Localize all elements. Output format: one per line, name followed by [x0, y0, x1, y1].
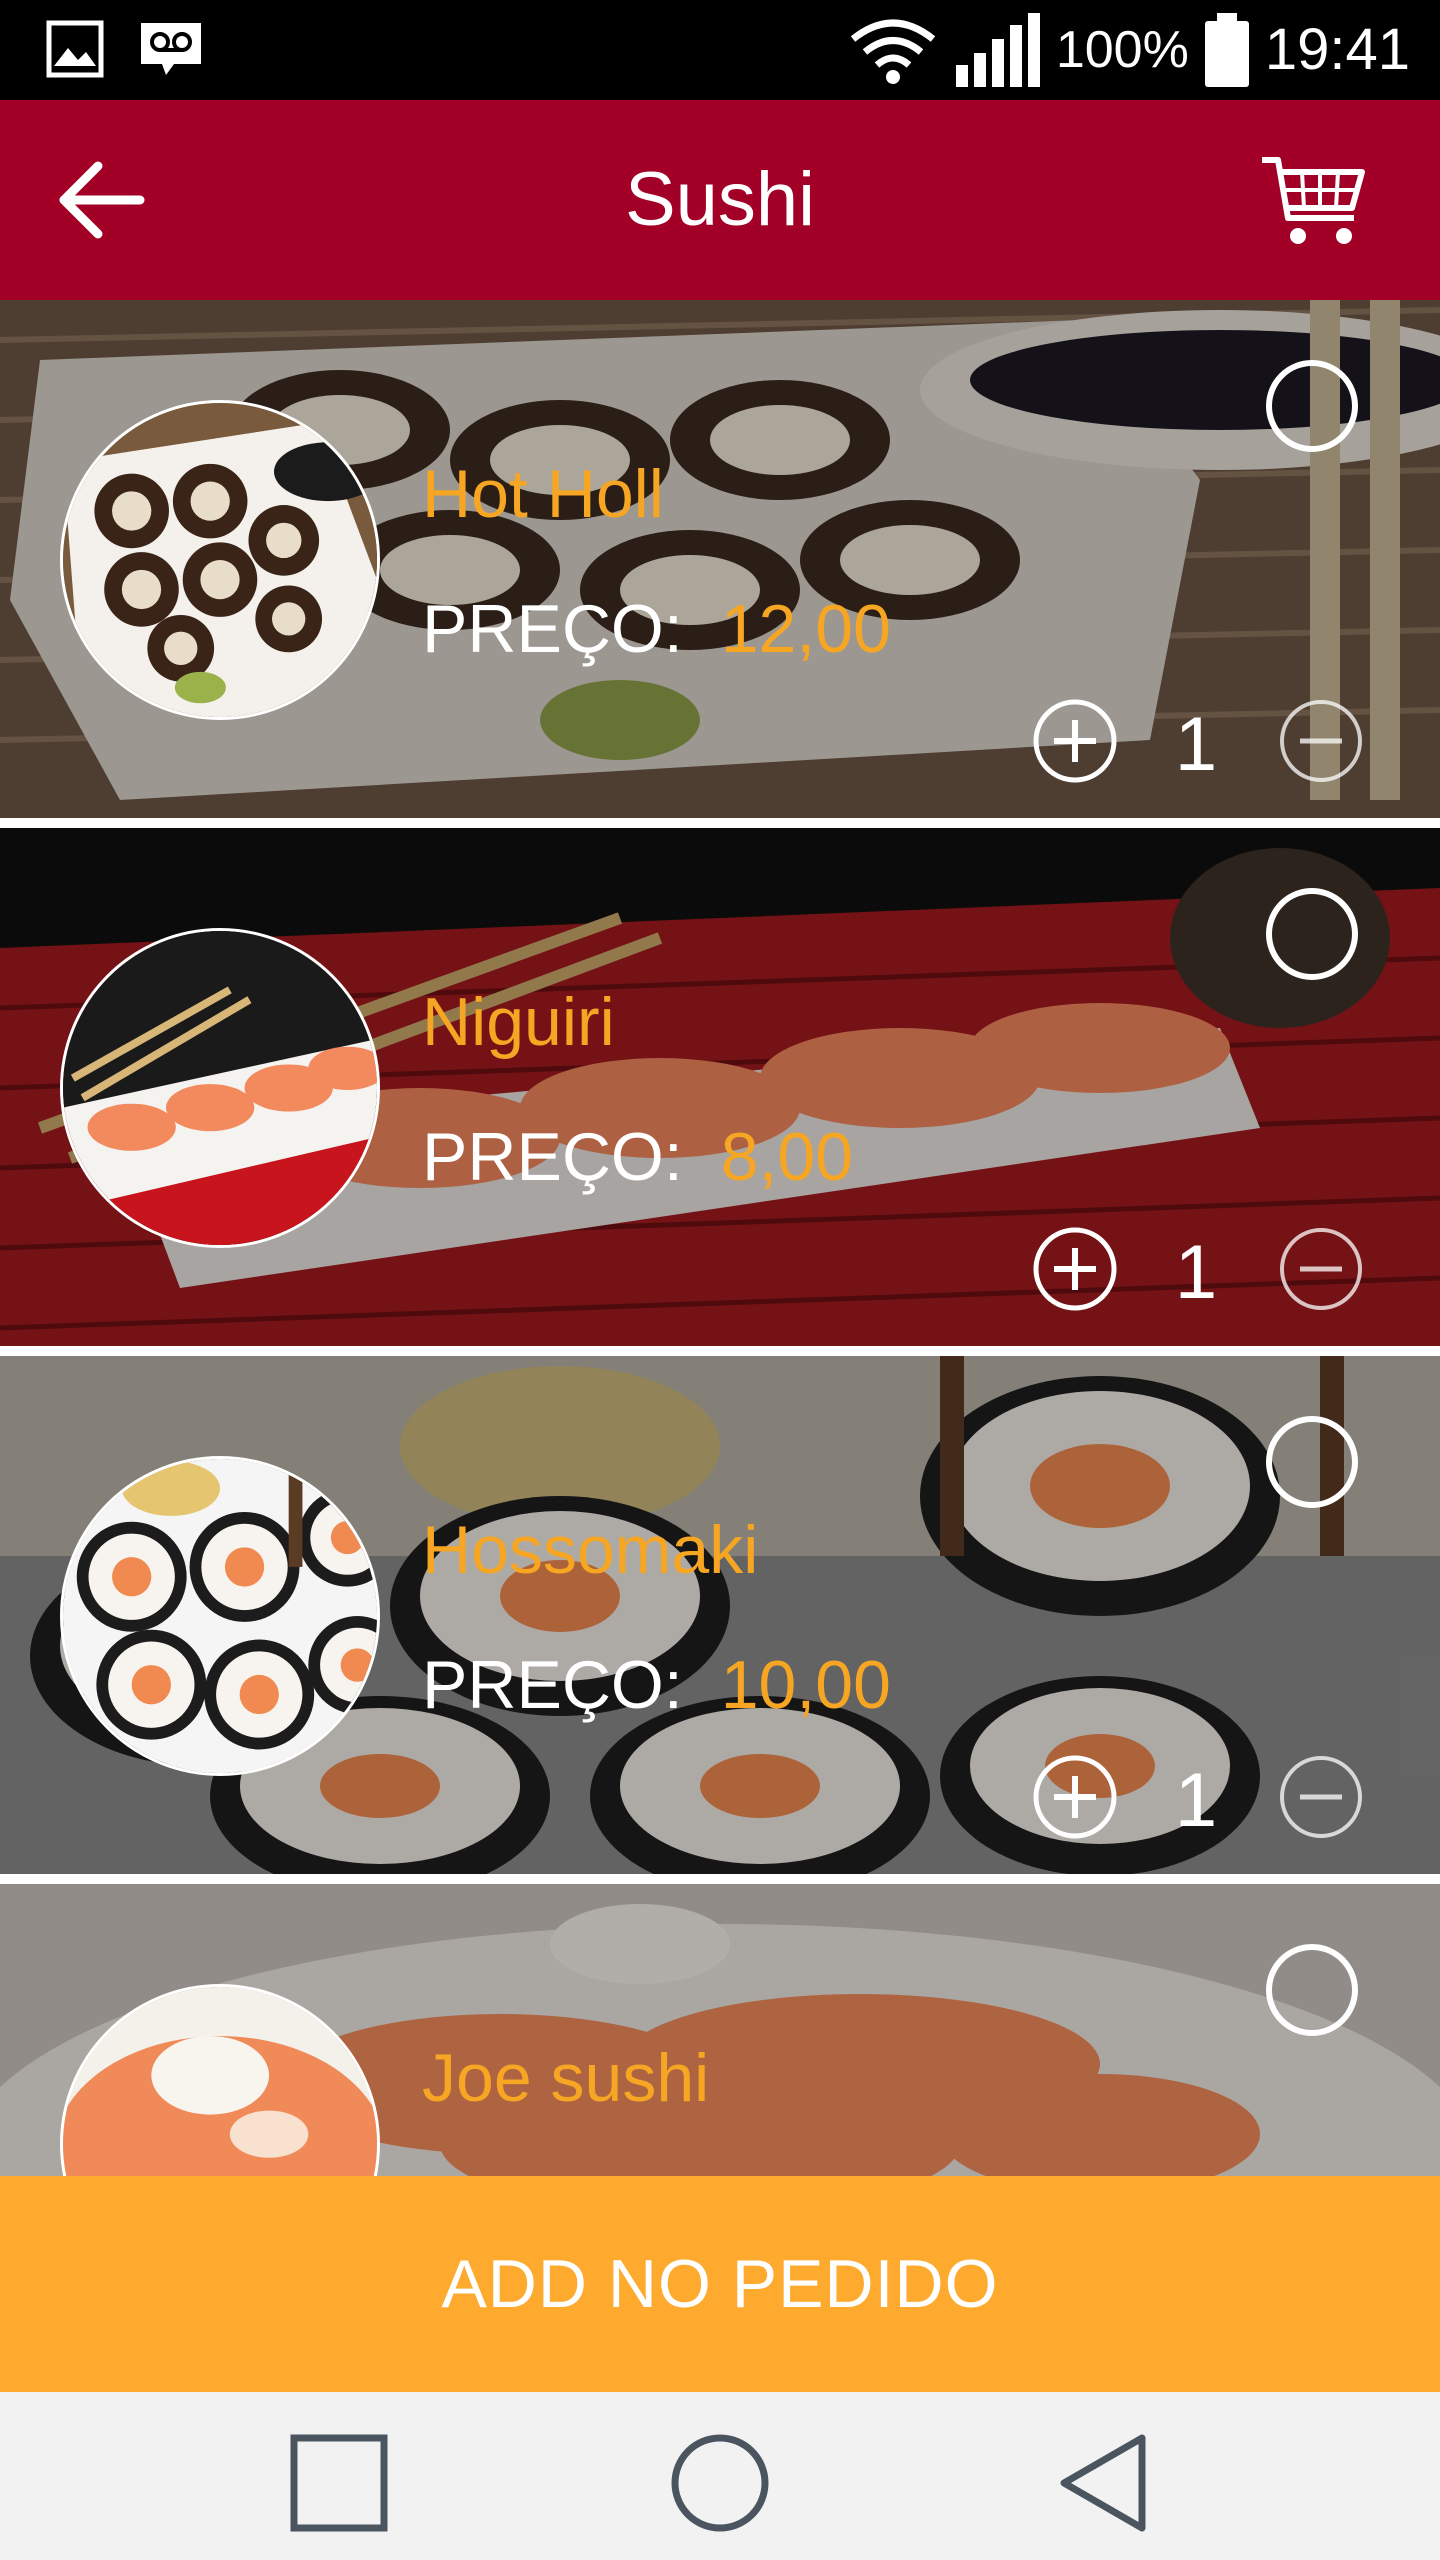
price-row: PREÇO: 10,00 [422, 1646, 891, 1724]
product-list[interactable]: Hot Holl PREÇO: 12,00 1 Niguiri PREÇO: 8… [0, 300, 1440, 2176]
back-triangle-icon[interactable] [1050, 2428, 1160, 2538]
list-item[interactable]: Hot Holl PREÇO: 12,00 1 [0, 300, 1440, 818]
select-radio[interactable] [1266, 1416, 1358, 1508]
price-label: PREÇO: [422, 1119, 683, 1195]
app-bar: Sushi [0, 100, 1440, 300]
list-item[interactable]: Hossomaki PREÇO: 10,00 1 [0, 1356, 1440, 1874]
minus-icon[interactable] [1278, 1226, 1364, 1312]
quantity-value: 1 [1174, 702, 1218, 787]
price-row: PREÇO: 12,00 [422, 590, 891, 668]
status-bar: 100% 19:41 [0, 0, 1440, 100]
minus-icon[interactable] [1278, 698, 1364, 784]
status-left-icons [46, 20, 204, 78]
price-value: 8,00 [720, 1119, 854, 1195]
item-thumbnail [60, 400, 380, 720]
item-thumbnail [60, 928, 380, 1248]
battery-percent: 100% [1055, 21, 1189, 79]
minus-icon[interactable] [1278, 1754, 1364, 1840]
price-value: 12,00 [720, 591, 891, 667]
list-item[interactable]: Joe sushi [0, 1884, 1440, 2176]
clock: 19:41 [1264, 17, 1410, 82]
voicemail-icon [141, 23, 201, 75]
price-value: 10,00 [720, 1647, 891, 1723]
status-right: 100% 19:41 [848, 12, 1410, 88]
plus-icon[interactable] [1032, 1754, 1118, 1840]
price-label: PREÇO: [422, 1647, 683, 1723]
plus-icon[interactable] [1032, 698, 1118, 784]
recents-icon[interactable] [284, 2428, 394, 2538]
add-to-order-button[interactable]: ADD NO PEDIDO [0, 2176, 1440, 2392]
item-thumbnail [60, 1456, 380, 1776]
cart-icon[interactable] [1258, 152, 1368, 252]
signal-icon [955, 13, 1040, 87]
price-row: PREÇO: 8,00 [422, 1118, 853, 1196]
plus-icon[interactable] [1032, 1226, 1118, 1312]
item-name: Niguiri [422, 984, 615, 1060]
battery-icon [1204, 13, 1249, 87]
home-icon[interactable] [665, 2428, 775, 2538]
system-nav-bar [0, 2392, 1440, 2560]
page-title: Sushi [624, 157, 816, 242]
quantity-value: 1 [1174, 1758, 1218, 1843]
select-radio[interactable] [1266, 1944, 1358, 2036]
list-item[interactable]: Niguiri PREÇO: 8,00 1 [0, 828, 1440, 1346]
item-name: Hot Holl [422, 456, 664, 532]
select-radio[interactable] [1266, 888, 1358, 980]
item-name: Hossomaki [422, 1512, 759, 1588]
select-radio[interactable] [1266, 360, 1358, 452]
wifi-icon [850, 19, 936, 84]
quantity-value: 1 [1174, 1230, 1218, 1315]
price-label: PREÇO: [422, 591, 683, 667]
image-icon [46, 20, 104, 78]
item-name: Joe sushi [422, 2040, 710, 2116]
